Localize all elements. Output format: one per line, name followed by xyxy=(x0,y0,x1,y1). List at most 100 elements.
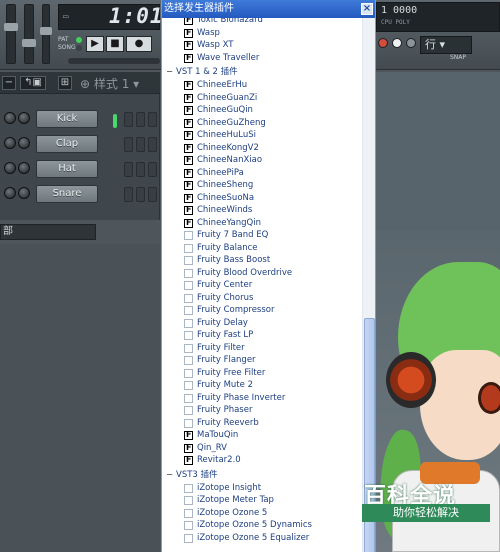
step-pad[interactable] xyxy=(124,187,133,202)
plugin-checkbox[interactable] xyxy=(184,179,193,192)
plugin-list-item[interactable]: Fruity Balance xyxy=(162,242,362,255)
plugin-checkbox[interactable] xyxy=(184,483,193,493)
plugin-list-item[interactable]: Wasp XT xyxy=(162,39,362,52)
plugin-list-item[interactable]: Fruity Blood Overdrive xyxy=(162,267,362,280)
plugin-checkbox[interactable] xyxy=(184,129,193,142)
plugin-list-item[interactable]: Fruity Bass Boost xyxy=(162,254,362,267)
plugin-list-item[interactable]: ChineeErHu xyxy=(162,79,362,92)
plugin-list-item[interactable]: iZotope Ozone 5 Dynamics xyxy=(162,519,362,532)
collapse-icon[interactable]: − xyxy=(166,66,176,79)
plugin-checkbox[interactable] xyxy=(184,154,193,167)
record-toggle-icon[interactable] xyxy=(378,38,388,48)
master-pitch-fader[interactable] xyxy=(22,4,36,64)
plugin-checkbox[interactable] xyxy=(184,393,193,403)
plugin-list-item[interactable]: Fruity 7 Band EQ xyxy=(162,229,362,242)
plugin-checkbox[interactable] xyxy=(184,418,193,428)
plugin-list-item[interactable]: Qin_RV xyxy=(162,442,362,454)
step-pad[interactable] xyxy=(148,162,157,177)
plugin-checkbox[interactable] xyxy=(184,381,193,390)
plugin-list-item[interactable]: ChineeHuLuSi xyxy=(162,129,362,142)
plugin-checkbox[interactable] xyxy=(184,454,193,467)
pattern-selector[interactable]: ⊕ 样式 1 ▾ xyxy=(80,75,139,92)
channel-button-kick[interactable]: Kick xyxy=(36,110,98,128)
plugin-checkbox[interactable] xyxy=(184,117,193,129)
position-slider[interactable] xyxy=(68,58,160,64)
plugin-list-item[interactable]: Fruity Free Filter xyxy=(162,367,362,380)
plugin-list-item[interactable]: Fruity Mute 2 xyxy=(162,379,362,392)
step-pad[interactable] xyxy=(148,187,157,202)
plugin-checkbox[interactable] xyxy=(184,167,193,179)
channel-pan-knob[interactable] xyxy=(4,112,16,124)
plugin-category-header[interactable]: − VST3 插件 xyxy=(162,469,362,482)
step-pad[interactable] xyxy=(136,162,145,177)
plugin-list-item[interactable]: Wave Traveller xyxy=(162,52,362,64)
plugin-list-item[interactable]: ChineeWinds xyxy=(162,204,362,217)
dialog-scrollbar[interactable] xyxy=(362,18,375,552)
plugin-list-item[interactable]: ChineeSuoNa xyxy=(162,192,362,204)
plugin-list-item[interactable]: ChineeSheng xyxy=(162,179,362,192)
step-toggle-icon[interactable] xyxy=(392,38,402,48)
pattern-icon[interactable]: ⊞ xyxy=(58,76,72,90)
plugin-list-item[interactable]: Fruity Phase Inverter xyxy=(162,392,362,405)
plugin-list-item[interactable]: Fruity Chorus xyxy=(162,292,362,305)
plugin-checkbox[interactable] xyxy=(184,442,193,454)
step-pad[interactable] xyxy=(148,112,157,127)
plugin-list-item[interactable]: iZotope Ozone 5 xyxy=(162,507,362,520)
channel-button-hat[interactable]: Hat xyxy=(36,160,98,178)
step-pad[interactable] xyxy=(136,112,145,127)
plugin-list-item[interactable]: iZotope Insight xyxy=(162,482,362,495)
record-button[interactable]: ● xyxy=(126,36,152,52)
plugin-checkbox[interactable] xyxy=(184,318,193,328)
plugin-list-item[interactable]: Fruity Reeverb xyxy=(162,417,362,430)
plugin-checkbox[interactable] xyxy=(184,368,193,378)
plugin-checkbox[interactable] xyxy=(184,192,193,204)
plugin-checkbox[interactable] xyxy=(184,39,193,52)
channel-button-clap[interactable]: Clap xyxy=(36,135,98,153)
plugin-list-item[interactable]: ChineeGuanZi xyxy=(162,92,362,104)
step-pad[interactable] xyxy=(148,137,157,152)
step-pad[interactable] xyxy=(124,137,133,152)
plugin-checkbox[interactable] xyxy=(184,104,193,117)
plugin-list-item[interactable]: MaTouQin xyxy=(162,429,362,442)
plugin-checkbox[interactable] xyxy=(184,293,193,303)
plugin-checkbox[interactable] xyxy=(184,533,193,543)
play-button[interactable]: ▶ xyxy=(86,36,104,52)
plugin-checkbox[interactable] xyxy=(184,356,193,365)
plugin-checkbox[interactable] xyxy=(184,27,193,39)
channel-volume-knob[interactable] xyxy=(18,187,30,199)
step-pad[interactable] xyxy=(136,137,145,152)
plugin-checkbox[interactable] xyxy=(184,306,193,315)
plugin-checkbox[interactable] xyxy=(184,256,193,265)
plugin-list-item[interactable]: iZotope Meter Tap xyxy=(162,494,362,507)
plugin-checkbox[interactable] xyxy=(184,231,193,240)
plugin-list-item[interactable]: Revitar2.0 xyxy=(162,454,362,467)
swing-icon[interactable]: ↰▣ xyxy=(20,76,46,90)
pat-song-switch[interactable]: PAT SONG xyxy=(58,36,76,52)
browser-dropdown[interactable]: 部 xyxy=(0,224,96,240)
master-volume-fader[interactable] xyxy=(4,4,18,64)
plugin-checkbox[interactable] xyxy=(184,343,193,353)
step-pad[interactable] xyxy=(136,187,145,202)
plugin-checkbox[interactable] xyxy=(184,406,193,415)
plugin-list-item[interactable]: Fruity Fast LP xyxy=(162,329,362,342)
plugin-list-item[interactable]: Fruity Filter xyxy=(162,342,362,355)
blend-toggle-icon[interactable] xyxy=(406,38,416,48)
plugin-checkbox[interactable] xyxy=(184,52,193,64)
plugin-list-item[interactable]: ChineePiPa xyxy=(162,167,362,179)
plugin-checkbox[interactable] xyxy=(184,496,193,505)
plugin-category-header[interactable]: − VST 1 & 2 插件 xyxy=(162,66,362,79)
close-icon[interactable]: × xyxy=(361,3,373,15)
step-pad[interactable] xyxy=(124,162,133,177)
plugin-checkbox[interactable] xyxy=(184,268,193,278)
step-pad[interactable] xyxy=(124,112,133,127)
plugin-list-item[interactable]: ChineeGuQin xyxy=(162,104,362,117)
plugin-list-item[interactable]: Fruity Delay xyxy=(162,317,362,330)
menu-icon[interactable]: − xyxy=(2,76,16,90)
channel-pan-knob[interactable] xyxy=(4,137,16,149)
plugin-checkbox[interactable] xyxy=(184,429,193,442)
plugin-list-item[interactable]: ChineeKongV2 xyxy=(162,142,362,154)
plugin-checkbox[interactable] xyxy=(184,92,193,104)
collapse-icon[interactable]: − xyxy=(166,469,176,482)
plugin-list-item[interactable]: ChineeGuZheng xyxy=(162,117,362,129)
tempo-fader[interactable] xyxy=(40,4,52,64)
